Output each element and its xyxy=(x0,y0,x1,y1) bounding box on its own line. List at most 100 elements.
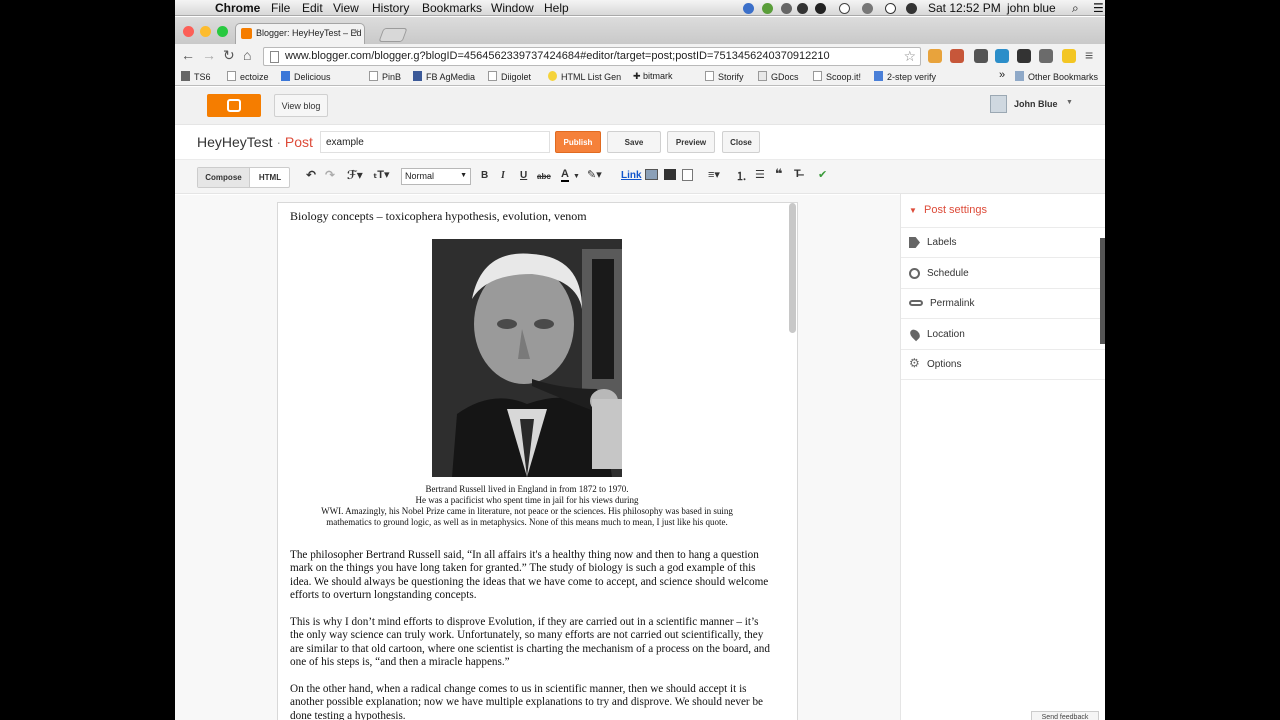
menu-window[interactable]: Window xyxy=(491,1,534,15)
bookmark-icon xyxy=(488,71,497,81)
tab-close-icon[interactable]: × xyxy=(353,27,359,38)
bookmark-item[interactable]: PinB xyxy=(369,71,401,82)
strikethrough-button[interactable]: abc xyxy=(537,172,551,181)
extension-icon-4[interactable] xyxy=(995,49,1009,63)
align-icon[interactable]: ≡▾ xyxy=(708,168,720,181)
bookmarks-bar: TS6 ectoize Delicious PinB FB AgMedia Di… xyxy=(175,68,1105,86)
bookmark-item[interactable]: FB AgMedia xyxy=(413,71,475,82)
view-blog-button[interactable]: View blog xyxy=(274,94,328,117)
undo-icon[interactable]: ↶ xyxy=(306,168,316,182)
buffer-icon[interactable] xyxy=(1017,49,1031,63)
wifi-icon[interactable] xyxy=(885,3,896,14)
text-color-icon[interactable]: A xyxy=(561,169,569,182)
menu-app[interactable]: Chrome xyxy=(215,1,260,15)
post-body-editor[interactable]: Biology concepts – toxicophera hypothesi… xyxy=(277,202,798,720)
insert-image-icon[interactable] xyxy=(645,169,658,180)
bookmark-item[interactable]: Delicious xyxy=(281,71,331,82)
quote-icon[interactable]: ❝ xyxy=(775,166,783,182)
sidebar-item-location[interactable]: Location xyxy=(901,320,1105,350)
chevron-down-icon[interactable]: ▼ xyxy=(573,173,580,180)
wrench-status-icon[interactable] xyxy=(781,3,792,14)
redo-icon[interactable]: ↷ xyxy=(325,168,335,182)
bookmarks-overflow-chevron[interactable]: » xyxy=(999,69,1005,81)
bulleted-list-icon[interactable]: ☰ xyxy=(755,168,765,181)
highlight-color-icon[interactable]: ✎▾ xyxy=(587,168,602,181)
italic-button[interactable]: I xyxy=(501,170,505,181)
spotlight-icon[interactable]: ⌕ xyxy=(1072,1,1079,16)
status-icon-1[interactable] xyxy=(743,3,754,14)
numbered-list-icon[interactable]: ⒈ xyxy=(736,168,747,184)
bold-button[interactable]: B xyxy=(481,170,488,181)
extension-icon-3[interactable] xyxy=(974,49,988,63)
volume-icon[interactable] xyxy=(906,3,917,14)
spellcheck-icon[interactable]: ✔ xyxy=(818,168,827,181)
bookmark-star-icon[interactable]: ☆ xyxy=(903,48,916,65)
sidebar-item-schedule[interactable]: Schedule xyxy=(901,259,1105,289)
bookmark-item[interactable]: Scoop.it! xyxy=(813,71,861,82)
extension-icon-2[interactable] xyxy=(950,49,964,63)
menu-edit[interactable]: Edit xyxy=(302,1,323,15)
link-button[interactable]: Link xyxy=(621,170,642,181)
bookmark-item[interactable]: ✚ bitmark xyxy=(633,71,673,82)
sidebar-item-labels[interactable]: Labels xyxy=(901,228,1105,258)
bookmark-item[interactable]: TS6 xyxy=(181,71,211,82)
home-icon[interactable]: ⌂ xyxy=(243,47,251,63)
notification-icon[interactable]: ☰ xyxy=(1093,1,1104,15)
menubar-clock[interactable]: Sat 12:52 PM xyxy=(928,1,1001,15)
format-select[interactable]: Normal ▼ xyxy=(401,168,471,185)
menu-bookmarks[interactable]: Bookmarks xyxy=(422,1,482,15)
save-button[interactable]: Save xyxy=(607,131,661,153)
back-icon[interactable]: ← xyxy=(181,47,195,63)
time-machine-icon[interactable] xyxy=(839,3,850,14)
extension-icon-1[interactable] xyxy=(928,49,942,63)
portrait-photo[interactable] xyxy=(432,239,622,477)
window-zoom-button[interactable] xyxy=(217,26,228,37)
extension-icon-7[interactable] xyxy=(1062,49,1076,63)
underline-button[interactable]: U xyxy=(520,170,527,181)
menubar-user[interactable]: john blue xyxy=(1007,1,1056,15)
chevron-down-icon: ▼ xyxy=(1066,99,1073,106)
sidebar-item-permalink[interactable]: Permalink xyxy=(901,289,1105,319)
menu-file[interactable]: File xyxy=(271,1,290,15)
browser-tab[interactable]: Blogger: HeyHeyTest – Ed × xyxy=(235,23,365,44)
close-button[interactable]: Close xyxy=(722,131,760,153)
other-bookmarks[interactable]: Other Bookmarks xyxy=(1015,71,1098,82)
post-settings-header[interactable]: ▼ Post settings xyxy=(909,204,987,216)
editor-scrollbar[interactable] xyxy=(789,203,796,333)
preview-button[interactable]: Preview xyxy=(667,131,715,153)
font-size-icon[interactable]: ₜT▾ xyxy=(373,168,390,181)
chrome-menu-icon[interactable]: ≡ xyxy=(1085,47,1093,63)
blog-name[interactable]: HeyHeyTest xyxy=(197,134,272,150)
post-title-input[interactable]: example xyxy=(320,131,550,153)
bookmark-item[interactable]: ectoize xyxy=(227,71,269,82)
publish-button[interactable]: Publish xyxy=(555,131,601,153)
blogger-logo-button[interactable] xyxy=(207,94,261,117)
bookmark-item[interactable]: Storify xyxy=(705,71,744,82)
compose-tab[interactable]: Compose xyxy=(198,168,250,187)
window-minimize-button[interactable] xyxy=(200,26,211,37)
bookmark-item[interactable]: 2-step verify xyxy=(874,71,936,82)
bookmark-item[interactable]: GDocs xyxy=(758,71,799,82)
menu-view[interactable]: View xyxy=(333,1,359,15)
insert-video-icon[interactable] xyxy=(664,169,676,180)
address-bar[interactable]: www.blogger.com/blogger.g?blogID=4564562… xyxy=(263,47,921,66)
sidebar-item-options[interactable]: ⚙ Options xyxy=(901,350,1105,380)
remove-formatting-icon[interactable]: T̶ xyxy=(794,168,801,180)
reload-icon[interactable]: ↻ xyxy=(223,47,235,64)
status-icon-4[interactable] xyxy=(797,3,808,14)
new-tab-button[interactable] xyxy=(378,28,408,42)
menu-help[interactable]: Help xyxy=(544,1,569,15)
html-tab[interactable]: HTML xyxy=(251,168,289,187)
window-close-button[interactable] xyxy=(183,26,194,37)
move-icon[interactable] xyxy=(862,3,873,14)
bookmark-item[interactable]: Diigolet xyxy=(488,71,531,82)
menu-history[interactable]: History xyxy=(372,1,409,15)
binoculars-icon[interactable] xyxy=(815,3,826,14)
bookmark-item[interactable]: HTML List Gen xyxy=(548,71,621,82)
extension-icon-6[interactable] xyxy=(1039,49,1053,63)
forward-icon[interactable]: → xyxy=(202,47,216,63)
send-feedback-button[interactable]: Send feedback xyxy=(1031,711,1099,720)
font-family-icon[interactable]: ℱ▾ xyxy=(347,168,363,182)
status-icon-2[interactable] xyxy=(762,3,773,14)
insert-jump-break-icon[interactable] xyxy=(682,169,693,181)
